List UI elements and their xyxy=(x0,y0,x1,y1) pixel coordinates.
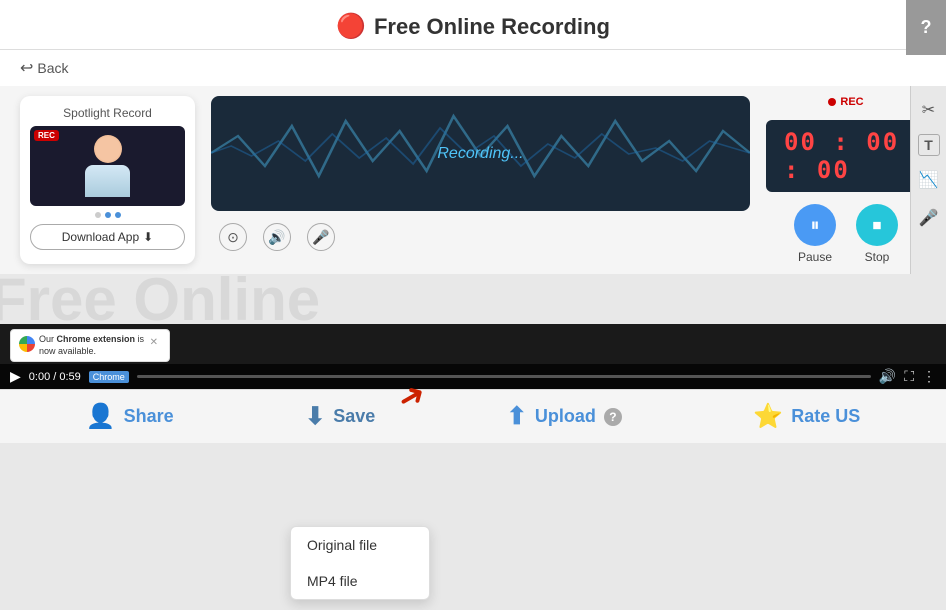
download-app-button[interactable]: Download App ⬇ xyxy=(30,224,185,250)
watermark-text: Free Online xyxy=(0,274,320,324)
share-icon: 👤 xyxy=(86,402,116,431)
waveform-text: Recording... xyxy=(437,145,523,163)
chrome-badge: Chrome xyxy=(89,371,129,383)
save-label: Save xyxy=(333,406,375,427)
mp4-file-option[interactable]: MP4 file xyxy=(291,563,429,599)
dot-1 xyxy=(95,212,101,218)
download-icon: ⬇ xyxy=(143,230,153,244)
header-logo: 🔴 xyxy=(336,12,366,41)
dot-3 xyxy=(115,212,121,218)
back-label: Back xyxy=(37,60,68,76)
spotlight-preview: REC xyxy=(30,126,185,206)
timer-display: 00 : 00 : 00 xyxy=(766,120,926,192)
dot-2 xyxy=(105,212,111,218)
save-dropdown: Original file MP4 file xyxy=(290,526,430,600)
share-button[interactable]: 👤 Share xyxy=(86,402,174,431)
share-label: Share xyxy=(124,406,174,427)
notification-bold: Chrome extension xyxy=(57,334,136,344)
rate-label: Rate US xyxy=(791,406,860,427)
text-icon[interactable]: T xyxy=(918,134,940,156)
page-title: Free Online Recording xyxy=(374,14,610,40)
more-options-button[interactable]: ⋮ xyxy=(922,368,936,385)
bottom-bar: 👤 Share ⬇ Save ➜ ⬆ Upload ? ⭐ Rate US xyxy=(0,389,946,443)
stop-button[interactable]: ⏹ Stop xyxy=(856,204,898,264)
microphone-icon[interactable]: 🎤 xyxy=(915,204,943,232)
pause-button[interactable]: ⏸ Pause xyxy=(794,204,836,264)
chrome-logo-icon xyxy=(19,336,35,352)
stop-label: Stop xyxy=(865,250,890,264)
play-button[interactable]: ▶ xyxy=(10,368,21,385)
star-icon: ⭐ xyxy=(753,402,783,431)
upload-help-icon[interactable]: ? xyxy=(604,408,622,426)
watermark-section: Free Online xyxy=(0,274,946,324)
back-arrow-icon: ↩ xyxy=(20,58,33,78)
time-display: 0:00 / 0:59 xyxy=(29,371,81,383)
rec-indicator: REC xyxy=(828,96,863,108)
volume-button[interactable]: 🔊 xyxy=(879,368,896,385)
rec-dot xyxy=(828,98,836,106)
right-sidebar: ✂ T 📉 🎤 xyxy=(910,86,946,274)
mic-icon[interactable]: 🎤 xyxy=(307,223,335,251)
spotlight-dots xyxy=(30,212,185,218)
pause-circle: ⏸ xyxy=(794,204,836,246)
save-button[interactable]: ⬇ Save xyxy=(305,402,375,431)
fullscreen-button[interactable]: ⛶ xyxy=(904,368,914,385)
controls-row: ⊙ 🔊 🎤 xyxy=(211,219,750,255)
stop-circle: ⏹ xyxy=(856,204,898,246)
header: 🔴 Free Online Recording ? xyxy=(0,0,946,50)
pause-label: Pause xyxy=(798,250,832,264)
back-button[interactable]: ↩ Back xyxy=(20,58,926,78)
rate-button[interactable]: ⭐ Rate US xyxy=(753,402,860,431)
save-section: ⬇ Save ➜ xyxy=(305,402,375,431)
video-controls: ▶ 0:00 / 0:59 Chrome 🔊 ⛶ ⋮ xyxy=(0,364,946,389)
scissors-icon[interactable]: ✂ xyxy=(915,96,943,124)
save-icon: ⬇ xyxy=(305,402,325,431)
chrome-notification: Our Chrome extension is now available. ✕ xyxy=(10,329,170,362)
original-file-option[interactable]: Original file xyxy=(291,527,429,563)
main-area: Spotlight Record REC Download App ⬇ Rec xyxy=(0,86,946,274)
video-player: Our Chrome extension is now available. ✕… xyxy=(0,324,946,389)
audio-icon[interactable]: 🔊 xyxy=(263,223,291,251)
upload-button[interactable]: ⬆ Upload ? xyxy=(507,402,622,431)
upload-label: Upload xyxy=(535,406,596,427)
notification-text: Our Chrome extension is now available. xyxy=(39,334,144,356)
progress-bar[interactable] xyxy=(137,375,871,378)
notification-close-button[interactable]: ✕ xyxy=(150,337,158,348)
help-button[interactable]: ? xyxy=(906,0,946,55)
spotlight-card: Spotlight Record REC Download App ⬇ xyxy=(20,96,195,264)
chart-icon[interactable]: 📉 xyxy=(915,166,943,194)
upload-icon: ⬆ xyxy=(507,402,527,431)
action-buttons: ⏸ Pause ⏹ Stop xyxy=(794,204,898,264)
screen-icon[interactable]: ⊙ xyxy=(219,223,247,251)
rec-badge: REC xyxy=(34,130,59,141)
recording-preview: Recording... ⊙ 🔊 🎤 xyxy=(211,96,750,264)
back-row: ↩ Back xyxy=(0,50,946,86)
spotlight-label: Spotlight Record xyxy=(30,106,185,120)
waveform-area: Recording... xyxy=(211,96,750,211)
timer-panel: REC 00 : 00 : 00 ⏸ Pause ⏹ Stop xyxy=(766,96,926,264)
